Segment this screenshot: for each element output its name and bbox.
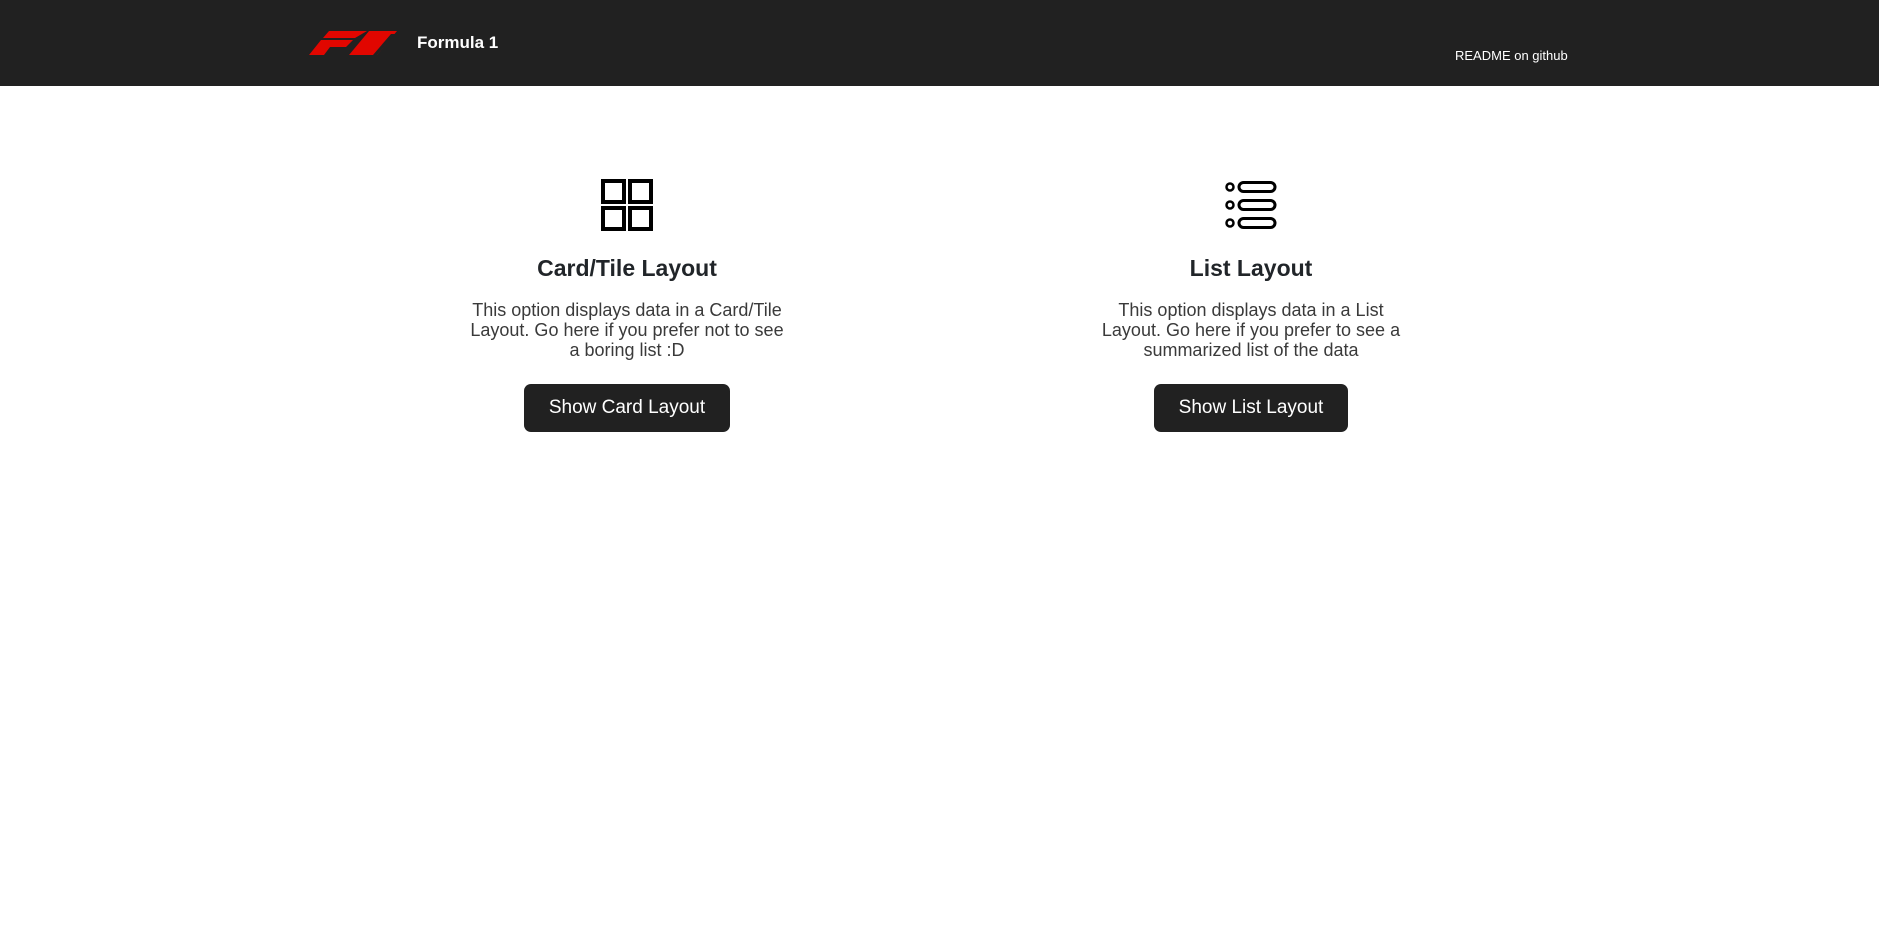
- show-list-layout-button[interactable]: Show List Layout: [1153, 384, 1349, 432]
- card-layout-title: Card/Tile Layout: [537, 255, 717, 281]
- brand-title: Formula 1: [417, 33, 499, 52]
- list-layout-description: This option displays data in a List Layo…: [1101, 300, 1401, 360]
- navbar: Formula 1 README on github: [0, 0, 1879, 86]
- list-layout-title: List Layout: [1189, 255, 1313, 281]
- list-layout-option: List Layout This option displays data in…: [1081, 178, 1421, 432]
- card-layout-description: This option displays data in a Card/Tile…: [470, 300, 784, 360]
- f1-logo-icon: [309, 31, 397, 55]
- readme-link[interactable]: README on github: [1455, 48, 1568, 63]
- list-icon: [1225, 181, 1277, 229]
- brand-link[interactable]: Formula 1: [309, 28, 498, 58]
- card-layout-option: Card/Tile Layout This option displays da…: [457, 178, 797, 432]
- grid-icon: [601, 179, 653, 231]
- show-card-layout-button[interactable]: Show Card Layout: [523, 384, 731, 432]
